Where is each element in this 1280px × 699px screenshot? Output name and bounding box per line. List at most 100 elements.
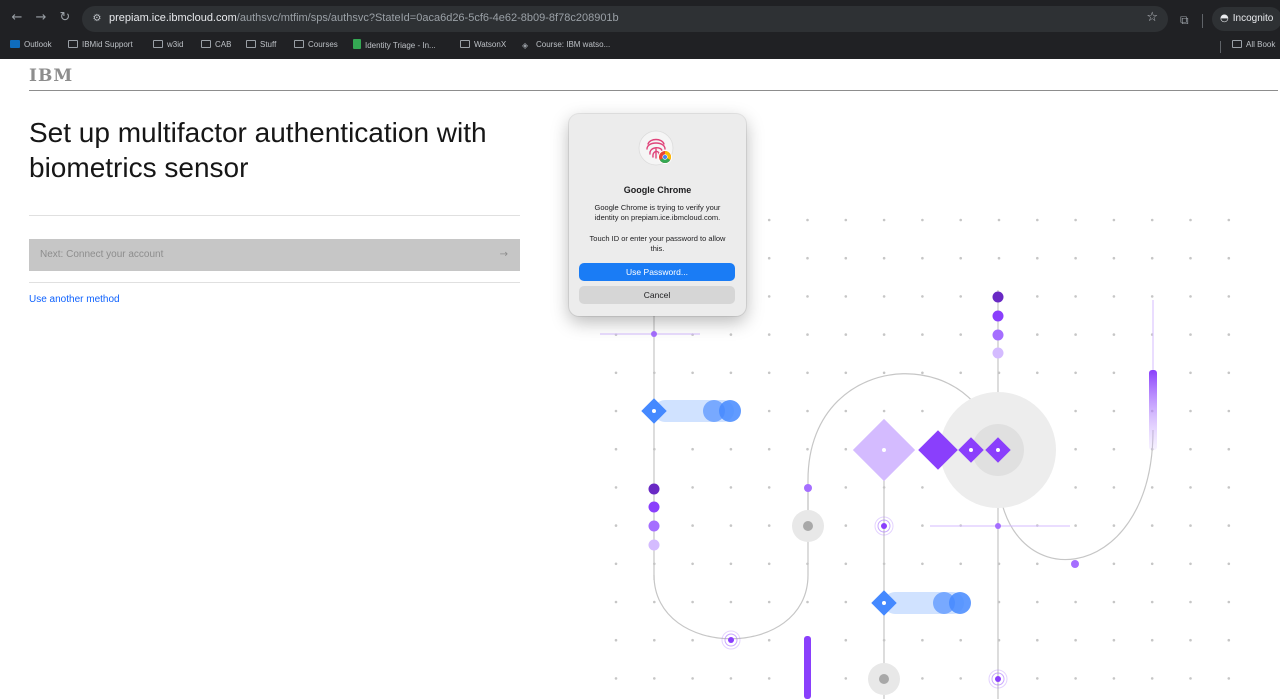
grid-dot bbox=[614, 638, 618, 642]
grid-dot bbox=[882, 218, 886, 222]
grid-dot bbox=[1189, 677, 1192, 680]
grid-dot bbox=[1036, 638, 1039, 642]
grid-dot bbox=[921, 333, 924, 336]
bookmark-outlook[interactable]: Outlook bbox=[10, 39, 52, 51]
grid-dot bbox=[767, 600, 771, 604]
next-button-label: Next: Connect your account bbox=[40, 249, 164, 260]
grid-dot bbox=[882, 409, 886, 413]
grid-dot bbox=[614, 524, 618, 527]
grid-dot bbox=[691, 562, 694, 566]
bookmark-label: Course: IBM watso... bbox=[536, 40, 611, 49]
browser-toolbar: ← → ↻ ⚙ prepiam.ice.ibmcloud.com/authsvc… bbox=[0, 4, 1280, 34]
grid-dot bbox=[1036, 256, 1039, 260]
bookmark-stuff[interactable]: Stuff bbox=[246, 39, 276, 51]
grid-dot bbox=[1189, 218, 1192, 222]
fingerprint-icon bbox=[638, 130, 674, 166]
grid-dot bbox=[844, 447, 848, 451]
grid-dot bbox=[921, 638, 924, 642]
bookmark-star-icon[interactable]: ☆ bbox=[1146, 10, 1158, 25]
forward-icon[interactable]: → bbox=[33, 10, 49, 26]
grid-dot bbox=[1112, 677, 1116, 680]
bookmark-course-ibm-watso[interactable]: ◈ Course: IBM watso... bbox=[522, 39, 610, 51]
use-another-method-link[interactable]: Use another method bbox=[29, 294, 120, 305]
grid-dot bbox=[691, 486, 694, 489]
bookmark-cab[interactable]: CAB bbox=[201, 39, 231, 51]
grid-dot bbox=[844, 256, 848, 260]
grid-dot bbox=[653, 600, 656, 604]
grid-dot bbox=[767, 677, 771, 680]
grid-dot bbox=[844, 333, 848, 336]
extensions-icon[interactable]: ⧉ bbox=[1180, 13, 1189, 28]
bookmark-identity-triage[interactable]: Identity Triage - In... bbox=[353, 39, 436, 52]
bookmark-watsonx[interactable]: WatsonX bbox=[460, 39, 506, 51]
divider bbox=[29, 282, 520, 283]
grid-dot bbox=[614, 600, 618, 604]
grid-dot bbox=[1150, 486, 1154, 489]
grid-dot bbox=[1112, 447, 1116, 451]
bookmark-courses[interactable]: Courses bbox=[294, 39, 338, 51]
grid-dot bbox=[1227, 486, 1231, 489]
grid-dot bbox=[844, 638, 848, 642]
grid-dot bbox=[959, 256, 962, 260]
grid-dot bbox=[1227, 218, 1231, 222]
grid-dot bbox=[921, 562, 924, 566]
grid-dot bbox=[844, 677, 848, 680]
grid-dot bbox=[1074, 333, 1077, 336]
bookmark-label: w3id bbox=[167, 40, 184, 49]
grid-dot bbox=[691, 600, 694, 604]
grid-dot bbox=[1036, 371, 1039, 375]
folder-icon bbox=[1232, 40, 1242, 48]
grid-dot bbox=[1189, 524, 1192, 527]
reload-icon[interactable]: ↻ bbox=[57, 10, 73, 26]
grid-dot bbox=[1074, 600, 1077, 604]
cancel-button[interactable]: Cancel bbox=[579, 286, 735, 304]
grid-dot bbox=[1189, 562, 1192, 566]
grid-dot bbox=[921, 524, 924, 527]
grid-dot bbox=[614, 486, 618, 489]
grid-dot bbox=[614, 447, 618, 451]
bookmarks-divider bbox=[1220, 41, 1221, 53]
grid-dot bbox=[1227, 256, 1231, 260]
url-text[interactable]: prepiam.ice.ibmcloud.com/authsvc/mtfim/s… bbox=[109, 12, 619, 24]
grid-dot bbox=[1189, 256, 1192, 260]
grid-dot bbox=[767, 295, 771, 298]
grid-dot bbox=[921, 409, 924, 413]
address-bar[interactable]: ⚙ prepiam.ice.ibmcloud.com/authsvc/mtfim… bbox=[82, 6, 1168, 32]
grid-dot bbox=[959, 638, 962, 642]
grid-dot bbox=[767, 256, 771, 260]
use-password-button[interactable]: Use Password... bbox=[579, 263, 735, 281]
folder-icon bbox=[460, 40, 470, 48]
folder-icon bbox=[153, 40, 163, 48]
bookmark-w3id[interactable]: w3id bbox=[153, 39, 183, 51]
grid-dot bbox=[844, 295, 848, 298]
grid-dot bbox=[1150, 218, 1154, 222]
grid-dot bbox=[614, 677, 618, 680]
bookmark-label: WatsonX bbox=[474, 40, 507, 49]
grid-dot bbox=[806, 218, 809, 222]
grid-dot bbox=[691, 677, 694, 680]
grid-dot bbox=[1074, 447, 1077, 451]
grid-dot bbox=[691, 638, 694, 642]
grid-dot bbox=[1036, 562, 1039, 566]
grid-dot bbox=[1227, 371, 1231, 375]
grid-dot bbox=[844, 409, 848, 413]
grid-dot bbox=[882, 333, 886, 336]
grid-dot bbox=[1112, 295, 1116, 298]
grid-dot bbox=[1074, 256, 1077, 260]
grid-dot bbox=[1036, 677, 1039, 680]
next-connect-button[interactable]: Next: Connect your account → bbox=[29, 239, 520, 271]
course-icon: ◈ bbox=[522, 41, 529, 50]
grid-dot bbox=[1112, 600, 1116, 604]
header-divider bbox=[29, 90, 1278, 91]
grid-dot bbox=[767, 524, 771, 527]
back-icon[interactable]: ← bbox=[9, 10, 25, 26]
site-info-icon[interactable]: ⚙ bbox=[90, 12, 104, 26]
grid-dot bbox=[1112, 562, 1116, 566]
all-bookmarks[interactable]: All Book bbox=[1232, 39, 1275, 51]
bookmark-label: CAB bbox=[215, 40, 232, 49]
grid-dot bbox=[844, 524, 848, 527]
dialog-message: Google Chrome is trying to verify your i… bbox=[594, 203, 721, 222]
grid-dot bbox=[729, 371, 733, 375]
bookmark-ibmid-support[interactable]: IBMid Support bbox=[68, 39, 133, 51]
incognito-badge[interactable]: ◓ Incognito bbox=[1212, 7, 1280, 31]
